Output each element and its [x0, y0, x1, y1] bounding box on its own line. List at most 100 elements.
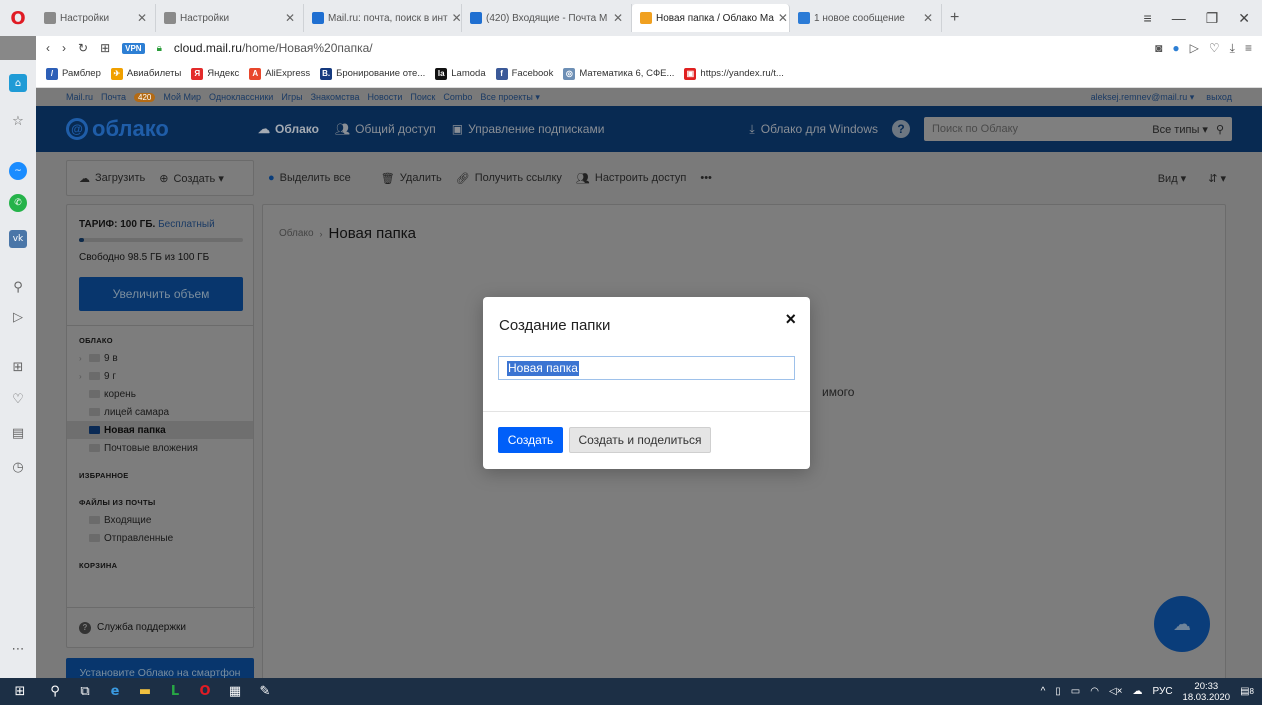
app-l-icon[interactable]: L — [160, 678, 190, 705]
cloud-logo[interactable]: @ облако — [66, 116, 236, 142]
tab-cloud-active[interactable]: Новая папка / Облако Ма ✕ — [632, 4, 790, 32]
restore-icon[interactable]: ❐ — [1206, 10, 1219, 27]
folder-item[interactable]: корень — [67, 385, 253, 403]
tray-chevron-icon[interactable]: ^ — [1041, 686, 1046, 697]
speed-dial-icon[interactable]: ⊞ — [100, 41, 110, 55]
mail-folder-item[interactable]: Входящие — [67, 511, 253, 529]
send-icon[interactable]: ▷ — [1190, 41, 1199, 56]
folder-item[interactable]: Новая папка — [67, 421, 253, 439]
portal-link-mail[interactable]: Почта — [101, 92, 126, 102]
download-icon[interactable]: ⤓ — [1230, 41, 1235, 56]
task-view-icon[interactable]: ⧉ — [70, 678, 100, 705]
bookmark-item[interactable]: ▣ https://yandex.ru/t... — [684, 67, 784, 80]
speed-dial-icon[interactable]: ⊞ — [9, 358, 27, 376]
bookmark-item[interactable]: ✈ Авиабилеты — [110, 67, 181, 80]
nav-subscriptions[interactable]: ▣ Управление подписками — [452, 122, 605, 136]
back-icon[interactable]: ‹ — [46, 41, 50, 55]
new-tab-button[interactable]: + — [942, 9, 967, 27]
file-explorer-icon[interactable]: ▬ — [130, 678, 160, 705]
tray-cloud-icon[interactable]: ☁ — [1133, 686, 1143, 697]
home-icon[interactable]: ⌂ — [9, 74, 27, 92]
more-icon[interactable]: ⋯ — [9, 640, 27, 658]
vpn-badge[interactable]: VPN — [122, 42, 145, 54]
search-input[interactable]: Поиск по Облаку Все типы ▾ ⚲ — [924, 117, 1232, 141]
install-app-banner[interactable]: Установите Облако на смартфон — [66, 658, 254, 678]
help-icon[interactable]: ? — [892, 120, 910, 138]
section-trash-title[interactable]: КОРЗИНА — [67, 561, 253, 570]
volume-icon[interactable]: ◁× — [1109, 686, 1123, 697]
news-icon[interactable]: ▤ — [9, 424, 27, 442]
bookmark-item[interactable]: Я Яндекс — [191, 67, 239, 80]
close-tab-icon[interactable]: ✕ — [778, 11, 788, 25]
support-link[interactable]: ? Служба поддержки — [67, 607, 255, 647]
history-icon[interactable]: ◷ — [9, 458, 27, 476]
upload-button[interactable]: ☁ Загрузить — [79, 172, 145, 185]
portal-link-search[interactable]: Поиск — [410, 92, 435, 102]
expand-caret-icon[interactable]: › — [79, 372, 85, 381]
sort-dropdown[interactable]: ⇵ ▾ — [1208, 172, 1226, 185]
portal-link-myworld[interactable]: Мой Мир — [163, 92, 201, 102]
create-button[interactable]: ⊕ Создать ▾ — [159, 172, 224, 185]
windows-start-icon[interactable]: ⊞ — [0, 678, 40, 705]
search-type-select[interactable]: Все типы ▾ ⚲ — [1152, 123, 1224, 136]
tab-inbox[interactable]: (420) Входящие - Почта М ✕ — [462, 4, 632, 32]
heart-icon[interactable]: ♡ — [1209, 41, 1220, 56]
messenger-icon[interactable]: ~ — [9, 162, 27, 180]
breadcrumb-root[interactable]: Облако — [279, 228, 314, 239]
create-and-share-button[interactable]: Создать и поделиться — [569, 427, 711, 453]
select-all-button[interactable]: ● Выделить все — [268, 172, 351, 184]
tab-settings-2[interactable]: Настройки ✕ — [156, 4, 304, 32]
url-field[interactable]: cloud.mail.ru/home/Новая%20папка/ — [174, 41, 373, 55]
folder-item[interactable]: › 9 г — [67, 367, 253, 385]
portal-link-ok[interactable]: Одноклассники — [209, 92, 273, 102]
windows-app-link[interactable]: ⤓ Облако для Windows — [749, 122, 878, 137]
bookmark-item[interactable]: ◎ Математика 6, СФЕ... — [563, 67, 674, 80]
create-folder-button[interactable]: Создать — [498, 427, 563, 453]
section-favorites-title[interactable]: ИЗБРАННОЕ — [67, 471, 253, 480]
close-tab-icon[interactable]: ✕ — [613, 11, 623, 25]
delete-button[interactable]: 🗑︎ Удалить — [381, 172, 442, 185]
search-icon[interactable]: ⚲ — [1216, 123, 1224, 136]
notifications-icon[interactable]: ▤8 — [1240, 686, 1254, 697]
star-icon[interactable]: ☆ — [9, 112, 27, 130]
portal-link-dating[interactable]: Знакомства — [311, 92, 360, 102]
portal-link-mailru[interactable]: Mail.ru — [66, 92, 93, 102]
nav-cloud[interactable]: ☁ Облако — [258, 122, 319, 136]
close-tab-icon[interactable]: ✕ — [923, 11, 933, 25]
section-cloud-title[interactable]: ОБЛАКО — [67, 336, 253, 345]
view-dropdown[interactable]: Вид ▾ — [1158, 172, 1186, 185]
nav-shared[interactable]: 👥︎ Общий доступ — [335, 122, 436, 136]
settings-icon[interactable]: ≡ — [1245, 41, 1252, 56]
close-dialog-icon[interactable]: × — [785, 309, 796, 330]
clock[interactable]: 20:33 18.03.2020 — [1183, 681, 1231, 703]
close-tab-icon[interactable]: ✕ — [452, 11, 461, 25]
bookmark-item[interactable]: B. Бронирование оте... — [320, 67, 425, 80]
folder-item[interactable]: Почтовые вложения — [67, 439, 253, 457]
lock-icon[interactable]: 🔒︎ — [157, 43, 162, 54]
tab-new-message[interactable]: 1 новое сообщение ✕ — [790, 4, 942, 32]
opera-logo-icon[interactable]: O — [0, 0, 36, 36]
heart-icon[interactable]: ♡ — [9, 390, 27, 408]
vk-icon[interactable]: vk — [9, 230, 27, 248]
bookmark-item[interactable]: A AliExpress — [249, 67, 310, 80]
more-actions-button[interactable]: ••• — [700, 172, 712, 184]
language-indicator[interactable]: РУС — [1153, 686, 1173, 697]
tray-network-icon[interactable]: ▭ — [1071, 686, 1080, 697]
minimize-icon[interactable]: — — [1172, 10, 1186, 27]
close-tab-icon[interactable]: ✕ — [285, 11, 295, 25]
send-icon[interactable]: ▷ — [9, 308, 27, 326]
tab-menu-icon[interactable]: ≡ — [1144, 10, 1152, 27]
camera-icon[interactable]: ◙ — [1155, 41, 1162, 56]
vpn-shield-icon[interactable]: ● — [1172, 41, 1179, 56]
close-window-icon[interactable]: ✕ — [1238, 10, 1250, 27]
search-icon[interactable]: ⚲ — [9, 278, 27, 296]
bookmark-item[interactable]: la Lamoda — [435, 67, 486, 80]
portal-link-games[interactable]: Игры — [281, 92, 302, 102]
opera-taskbar-icon[interactable]: O — [190, 678, 220, 705]
app-icon[interactable]: ▦ — [220, 678, 250, 705]
folder-item[interactable]: лицей самара — [67, 403, 253, 421]
close-tab-icon[interactable]: ✕ — [137, 11, 147, 25]
access-settings-button[interactable]: 👥︎ Настроить доступ — [576, 172, 686, 185]
user-email[interactable]: aleksej.remnev@mail.ru ▾ — [1091, 92, 1195, 103]
get-link-button[interactable]: 🔗︎ Получить ссылку — [456, 172, 562, 185]
